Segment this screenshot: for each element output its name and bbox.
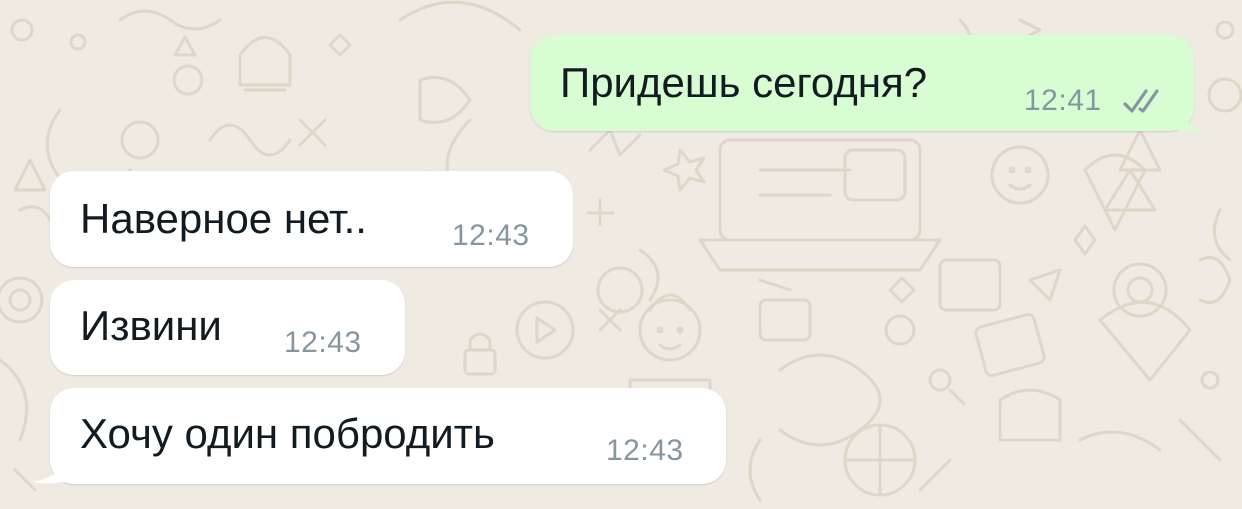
message-text: Хочу один побродить (80, 410, 495, 457)
double-check-icon (1123, 89, 1159, 113)
message-bubble-outgoing[interactable]: Придешь сегодня? 12:41 (530, 35, 1194, 131)
message-bubble-incoming[interactable]: Хочу один побродить 12:43 (50, 388, 726, 484)
outgoing-bubble-tail (1170, 104, 1208, 132)
message-text: Извини (80, 302, 222, 349)
message-timestamp: 12:43 (606, 434, 684, 467)
message-timestamp: 12:43 (284, 326, 362, 359)
message-list[interactable]: Придешь сегодня? 12:41 Наверное нет.. 12… (0, 0, 1242, 509)
message-text: Наверное нет.. (80, 195, 367, 242)
incoming-bubble-tail (32, 456, 70, 484)
message-timestamp: 12:43 (452, 219, 530, 252)
message-text: Придешь сегодня? (560, 59, 928, 106)
message-bubble-incoming[interactable]: Наверное нет.. 12:43 (50, 171, 573, 267)
message-bubble-incoming[interactable]: Извини 12:43 (50, 280, 405, 375)
message-timestamp: 12:41 (1024, 84, 1102, 117)
